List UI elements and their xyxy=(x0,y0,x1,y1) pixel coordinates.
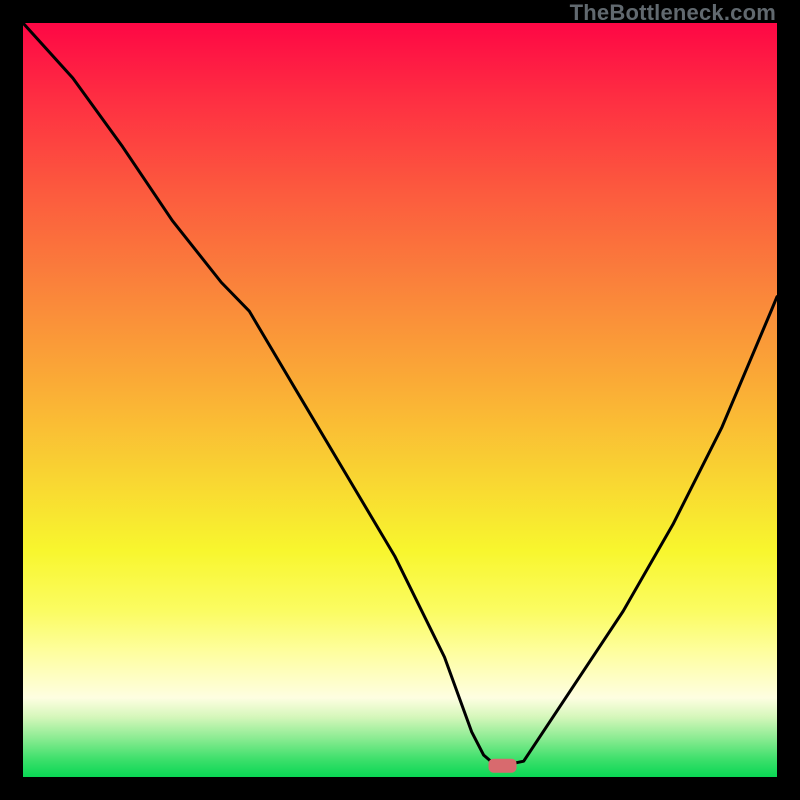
watermark-text: TheBottleneck.com xyxy=(570,0,776,26)
chart-frame xyxy=(23,23,777,777)
bottleneck-chart xyxy=(23,23,777,777)
optimal-marker xyxy=(489,759,517,773)
gradient-background xyxy=(23,23,777,777)
